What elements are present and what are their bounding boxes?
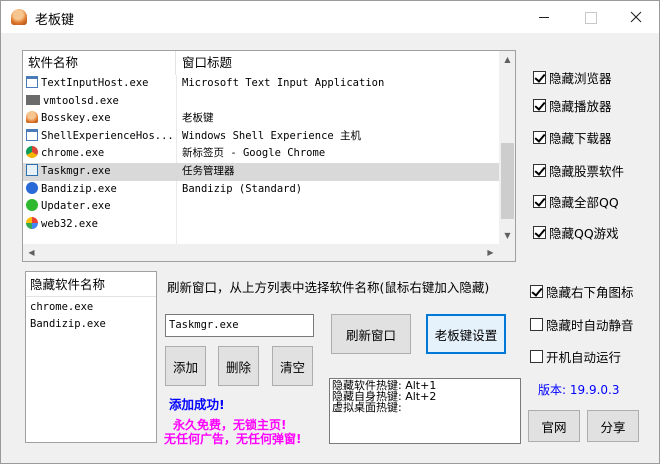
version-label: 版本: 19.9.0.3	[538, 383, 620, 397]
clear-button[interactable]: 清空	[272, 346, 313, 386]
app-window-icon	[26, 76, 38, 88]
minimize-button[interactable]	[521, 1, 567, 33]
table-row[interactable]: Updater.exe	[23, 198, 499, 216]
scroll-up-icon[interactable]: ▲	[499, 51, 515, 68]
checkbox-hide-tray-icon[interactable]: 隐藏右下角图标	[530, 282, 634, 301]
app-window-icon	[26, 128, 38, 141]
hotkey-virtual-desktop: 虚拟桌面热键:	[332, 401, 402, 414]
bosskey-app-icon	[11, 9, 27, 25]
checkbox-box[interactable]	[533, 99, 546, 112]
checkbox-box[interactable]	[533, 195, 546, 208]
checkbox-box[interactable]	[533, 164, 546, 177]
bosskey-icon	[26, 111, 38, 124]
hidden-list-header: 隐藏软件名称	[26, 272, 156, 297]
column-header-window-title[interactable]: 窗口标题	[177, 51, 497, 75]
delete-button[interactable]: 删除	[218, 346, 259, 386]
list-item[interactable]: Bandizip.exe	[30, 318, 106, 330]
window-title-cell: 任务管理器	[182, 164, 235, 177]
table-row[interactable]: web32.exe	[23, 216, 499, 234]
bosskey-settings-button[interactable]: 老板键设置	[426, 314, 506, 354]
checkbox-hide-downloader[interactable]: 隐藏下载器	[533, 128, 612, 147]
checkbox-hide-browser[interactable]: 隐藏浏览器	[533, 68, 612, 87]
column-header-software-name[interactable]: 软件名称	[23, 51, 176, 75]
table-row-selected[interactable]: Taskmgr.exe 任务管理器	[23, 162, 499, 181]
checkbox-box[interactable]	[530, 350, 543, 363]
window-title-cell: Microsoft Text Input Application	[182, 77, 385, 89]
window-title-cell: 新标签页 - Google Chrome	[182, 147, 326, 160]
process-name-cell: chrome.exe	[26, 145, 176, 163]
scroll-right-icon[interactable]: ▶	[482, 244, 499, 261]
checkbox-label: 隐藏浏览器	[549, 71, 612, 86]
checkbox-hide-all-qq[interactable]: 隐藏全部QQ	[533, 192, 619, 211]
maximize-button	[567, 1, 613, 33]
vertical-scrollbar[interactable]: ▲ ▼	[499, 51, 515, 244]
process-name-cell: Taskmgr.exe	[26, 163, 176, 181]
table-row[interactable]: vmtoolsd.exe	[23, 93, 499, 111]
process-name-cell: ShellExperienceHos...	[26, 128, 176, 146]
hidden-software-list[interactable]: 隐藏软件名称 chrome.exe Bandizip.exe	[25, 271, 157, 443]
close-icon	[630, 11, 642, 23]
list-item[interactable]: chrome.exe	[30, 301, 93, 313]
process-list[interactable]: 软件名称 窗口标题 TextInputHost.exe Microsoft Te…	[22, 50, 516, 262]
checkbox-label: 隐藏播放器	[549, 99, 612, 114]
window-title-cell: Windows Shell Experience 主机	[182, 129, 362, 142]
checkbox-label: 隐藏下载器	[549, 131, 612, 146]
scroll-left-icon[interactable]: ◀	[23, 244, 40, 261]
process-rows: TextInputHost.exe Microsoft Text Input A…	[23, 75, 499, 233]
window-title: 老板键	[35, 13, 75, 28]
process-name-cell: vmtoolsd.exe	[26, 93, 176, 111]
web-icon	[26, 216, 38, 229]
checkbox-label: 隐藏QQ游戏	[549, 226, 619, 241]
process-name-cell: Bosskey.exe	[26, 110, 176, 128]
checkbox-label: 隐藏股票软件	[549, 164, 625, 179]
share-button[interactable]: 分享	[587, 410, 639, 442]
checkbox-box[interactable]	[530, 285, 543, 298]
add-button[interactable]: 添加	[165, 346, 206, 386]
checkbox-hide-stock-software[interactable]: 隐藏股票软件	[533, 161, 624, 180]
table-row[interactable]: TextInputHost.exe Microsoft Text Input A…	[23, 75, 499, 93]
window-title-cell: Bandizip (Standard)	[182, 182, 303, 195]
vm-icon	[26, 94, 40, 105]
process-name-cell: Updater.exe	[26, 198, 176, 216]
checkbox-box[interactable]	[530, 318, 543, 331]
table-row[interactable]: ShellExperienceHos... Windows Shell Expe…	[23, 128, 499, 146]
process-name-cell: web32.exe	[26, 216, 176, 234]
table-row[interactable]: Bandizip.exe Bandizip (Standard)	[23, 181, 499, 199]
process-name-cell: Bandizip.exe	[26, 181, 176, 199]
task-manager-icon	[26, 163, 38, 176]
checkbox-box[interactable]	[533, 226, 546, 239]
scroll-down-icon[interactable]: ▼	[499, 227, 515, 244]
chrome-icon	[26, 146, 38, 159]
checkbox-label: 隐藏时自动静音	[546, 318, 634, 333]
table-row[interactable]: Bosskey.exe 老板键	[23, 110, 499, 128]
updater-icon	[26, 199, 38, 212]
official-website-button[interactable]: 官网	[528, 410, 580, 442]
checkbox-box[interactable]	[533, 71, 546, 84]
title-bar: 老板键	[1, 1, 659, 33]
checkbox-auto-mute[interactable]: 隐藏时自动静音	[530, 315, 634, 334]
checkbox-hide-player[interactable]: 隐藏播放器	[533, 96, 612, 115]
checkbox-label: 隐藏右下角图标	[546, 285, 634, 300]
table-row[interactable]: chrome.exe 新标签页 - Google Chrome	[23, 145, 499, 163]
software-name-input[interactable]: Taskmgr.exe	[165, 314, 314, 337]
instruction-text: 刷新窗口，从上方列表中选择软件名称(鼠标右键加入隐藏)	[167, 280, 490, 295]
checkbox-auto-start[interactable]: 开机自动运行	[530, 347, 621, 366]
scrollbar-corner	[499, 244, 515, 261]
refresh-window-button[interactable]: 刷新窗口	[331, 314, 411, 354]
bandizip-icon	[26, 181, 38, 194]
scrollbar-thumb[interactable]	[501, 143, 514, 219]
checkbox-box[interactable]	[533, 131, 546, 144]
close-button[interactable]	[613, 1, 659, 33]
checkbox-label: 隐藏全部QQ	[549, 195, 619, 210]
hotkeys-textarea[interactable]: 隐藏软件热键: Alt+1 隐藏自身热键: Alt+2 虚拟桌面热键:	[329, 378, 521, 444]
checkbox-label: 开机自动运行	[546, 350, 622, 365]
promo-line-2: 无任何广告，无任何弹窗!	[164, 432, 302, 446]
status-message: 添加成功!	[169, 397, 225, 412]
process-name-cell: TextInputHost.exe	[26, 75, 176, 93]
window-title-cell: 老板键	[182, 112, 214, 125]
app-window: 老板键 软件名称 窗口标题 TextInputHost.exe Microsof…	[0, 0, 660, 464]
horizontal-scrollbar[interactable]: ◀ ▶	[23, 244, 499, 261]
checkbox-hide-qq-games[interactable]: 隐藏QQ游戏	[533, 223, 619, 242]
